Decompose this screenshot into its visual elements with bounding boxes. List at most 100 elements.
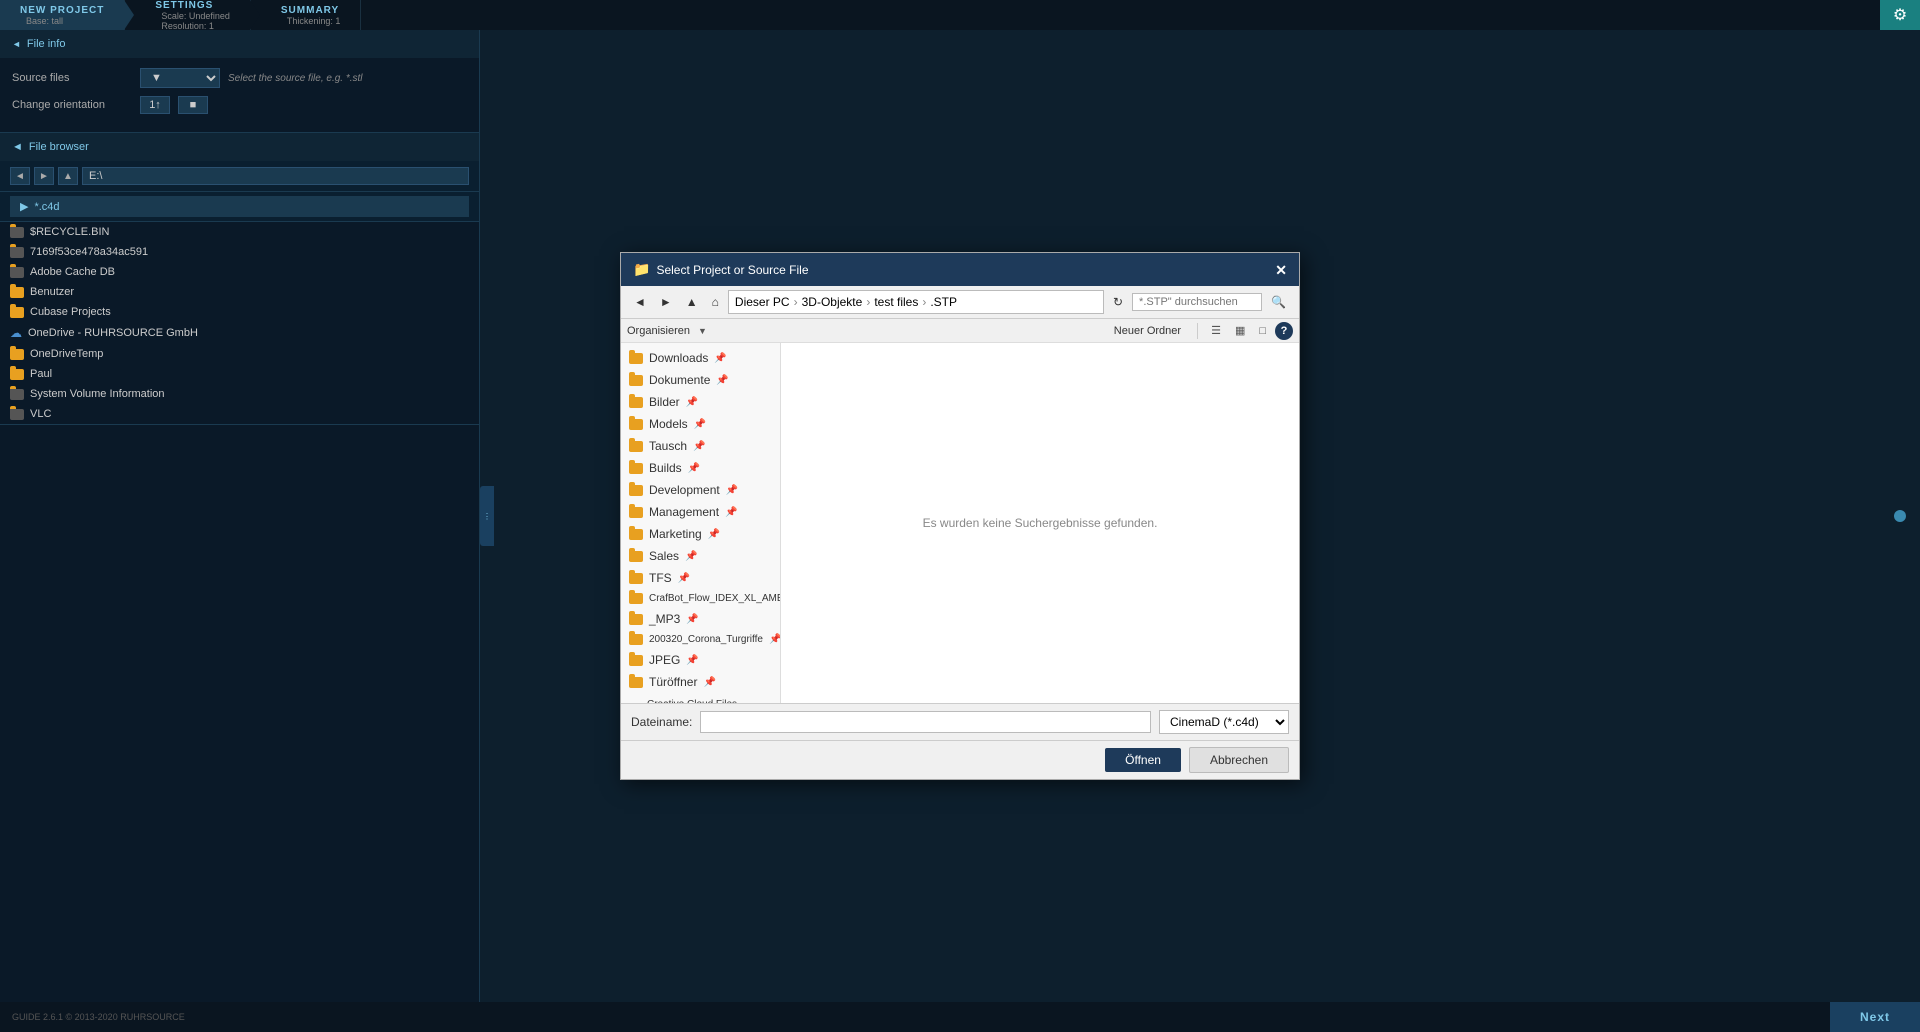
sidebar-item-200320[interactable]: 200320_Corona_Turgriffe 📌 [621,630,780,649]
dialog-title-area: 📁 Select Project or Source File [633,261,809,278]
sidebar-item-name: Management [649,505,719,519]
sidebar-item-name: CrafBot_Flow_IDEX_XL_AME [649,593,780,604]
dialog-search-input[interactable] [1132,293,1262,311]
filetype-select[interactable]: CinemaD (*.c4d) STP (*.stp) STL (*.stl) … [1159,710,1289,734]
dialog-view-toolbar: Organisieren ▼ Neuer Ordner ☰ ▦ □ ? [621,319,1299,343]
breadcrumb-stp: .STP [930,295,957,309]
dialog-buttons: Öffnen Abbrechen [621,740,1299,779]
pin-icon: 📌 [694,419,706,430]
pin-icon: 📌 [726,485,738,496]
pin-icon: 📌 [769,634,780,645]
sidebar-item-tausch[interactable]: Tausch 📌 [621,435,780,457]
sidebar-item-builds[interactable]: Builds 📌 [621,457,780,479]
folder-icon [629,441,643,452]
sidebar-item-name: Türöffner [649,675,697,689]
sidebar-item-name: Bilder [649,395,680,409]
folder-icon [629,551,643,562]
empty-message: Es wurden keine Suchergebnisse gefunden. [923,516,1158,530]
breadcrumb-sep-1: › [794,295,798,309]
preview-btn[interactable]: □ [1254,322,1271,340]
sidebar-item-dokumente[interactable]: Dokumente 📌 [621,369,780,391]
pin-icon: 📌 [714,353,726,364]
filename-label: Dateiname: [631,715,692,729]
folder-icon [629,375,643,386]
sidebar-item-management[interactable]: Management 📌 [621,501,780,523]
sidebar-item-name: Sales [649,549,679,563]
folder-icon [629,419,643,430]
dialog-forward-btn[interactable]: ► [655,292,677,312]
toolbar-divider [1197,323,1198,339]
sidebar-item-downloads[interactable]: Downloads 📌 [621,347,780,369]
folder-icon [629,677,643,688]
organise-dropdown-icon: ▼ [698,326,707,336]
list-view-btn[interactable]: ☰ [1206,321,1226,340]
dialog-search-btn[interactable]: 🔍 [1266,292,1291,312]
sidebar-item-name: _MP3 [649,612,680,626]
dialog-main-area: Es wurden keine Suchergebnisse gefunden. [781,343,1299,703]
dialog-filename-row: Dateiname: CinemaD (*.c4d) STP (*.stp) S… [621,703,1299,740]
sidebar-item-name: 200320_Corona_Turgriffe [649,634,763,645]
dialog-toolbar: ◄ ► ▲ ⌂ Dieser PC › 3D-Objekte › test fi… [621,286,1299,319]
pin-icon: 📌 [725,507,737,518]
sidebar-item-name: TFS [649,571,672,585]
breadcrumb-area[interactable]: Dieser PC › 3D-Objekte › test files › .S… [728,290,1104,314]
dialog-overlay: 📁 Select Project or Source File ✕ ◄ ► ▲ … [0,0,1920,1032]
pin-icon: 📌 [688,463,700,474]
sidebar-item-development[interactable]: Development 📌 [621,479,780,501]
dialog-title-text: Select Project or Source File [656,263,808,277]
new-folder-button[interactable]: Neuer Ordner [1106,323,1189,339]
detail-view-btn[interactable]: ▦ [1230,321,1250,340]
breadcrumb-sep-2: › [866,295,870,309]
folder-icon [629,463,643,474]
dialog-close-button[interactable]: ✕ [1275,263,1287,277]
dialog-open-button[interactable]: Öffnen [1105,748,1181,772]
dialog-back-btn[interactable]: ◄ [629,292,651,312]
sidebar-item-tfs[interactable]: TFS 📌 [621,567,780,589]
folder-icon [629,634,643,645]
dialog-home-btn[interactable]: ⌂ [707,292,724,312]
sidebar-item-mp3[interactable]: _MP3 📌 [621,608,780,630]
dialog-cancel-button[interactable]: Abbrechen [1189,747,1289,773]
sidebar-item-creative-cloud[interactable]: ☁ Creative Cloud Files [621,693,780,703]
pin-icon: 📌 [678,573,690,584]
breadcrumb-sep-3: › [922,295,926,309]
dialog-content: Downloads 📌 Dokumente 📌 Bilder 📌 Models [621,343,1299,703]
pin-icon: 📌 [685,551,697,562]
folder-icon [629,397,643,408]
folder-icon [629,655,643,666]
sidebar-item-crafbot[interactable]: CrafBot_Flow_IDEX_XL_AME 📌 [621,589,780,608]
sidebar-item-marketing[interactable]: Marketing 📌 [621,523,780,545]
pin-icon: 📌 [708,529,720,540]
sidebar-item-models[interactable]: Models 📌 [621,413,780,435]
dialog-up-btn[interactable]: ▲ [681,292,703,312]
sidebar-item-name: Dokumente [649,373,710,387]
breadcrumb-testfiles: test files [874,295,918,309]
pin-icon: 📌 [716,375,728,386]
folder-icon [629,614,643,625]
file-dialog: 📁 Select Project or Source File ✕ ◄ ► ▲ … [620,252,1300,780]
sidebar-item-name: Development [649,483,720,497]
sidebar-item-sales[interactable]: Sales 📌 [621,545,780,567]
filename-input[interactable] [700,711,1151,733]
sidebar-item-turöffner[interactable]: Türöffner 📌 [621,671,780,693]
sidebar-item-name: Models [649,417,688,431]
sidebar-item-name: Tausch [649,439,687,453]
dialog-folder-icon: 📁 [633,261,650,278]
sidebar-item-name: Marketing [649,527,702,541]
sidebar-item-name: Builds [649,461,682,475]
organise-label: Organisieren [627,325,690,337]
folder-icon [629,353,643,364]
dialog-titlebar: 📁 Select Project or Source File ✕ [621,253,1299,286]
breadcrumb-pc: Dieser PC [735,295,790,309]
folder-icon [629,593,643,604]
sidebar-item-jpeg[interactable]: JPEG 📌 [621,649,780,671]
sidebar-item-bilder[interactable]: Bilder 📌 [621,391,780,413]
pin-icon: 📌 [693,441,705,452]
folder-icon [629,507,643,518]
help-button[interactable]: ? [1275,322,1293,340]
folder-icon [629,485,643,496]
folder-icon [629,529,643,540]
pin-icon: 📌 [686,614,698,625]
dialog-sidebar: Downloads 📌 Dokumente 📌 Bilder 📌 Models [621,343,781,703]
dialog-refresh-btn[interactable]: ↻ [1108,292,1128,312]
